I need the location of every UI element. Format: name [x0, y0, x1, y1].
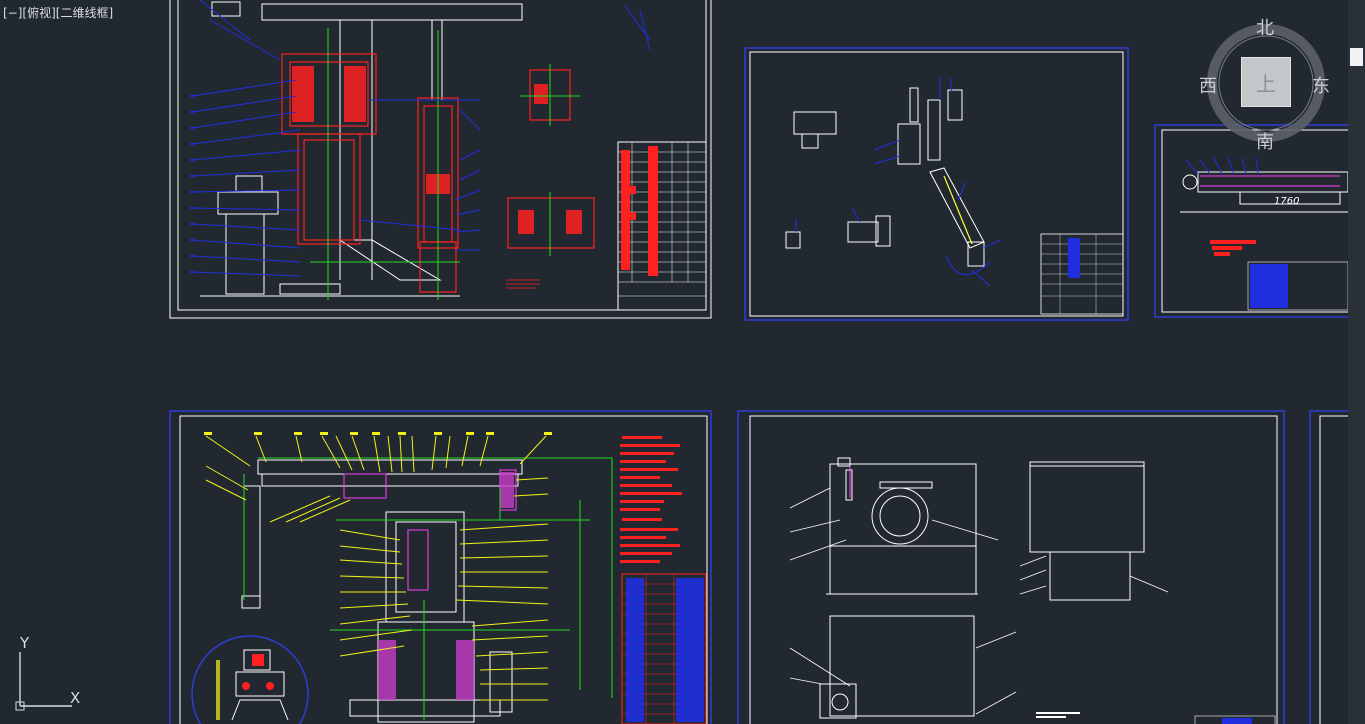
compass-north-label[interactable]: 北	[1256, 14, 1274, 40]
sheet-bottom-middle[interactable]	[737, 410, 1285, 724]
viewcube-face-label: 上	[1256, 71, 1276, 96]
vertical-scrollbar[interactable]	[1348, 0, 1365, 724]
ucs-y-label: Y	[20, 634, 30, 652]
scrollbar-thumb[interactable]	[1350, 48, 1363, 66]
sheet-top-right[interactable]: 1760	[1154, 124, 1356, 318]
sheet-bottom-left[interactable]	[169, 410, 712, 724]
ucs-icon: Y X	[10, 634, 90, 714]
compass-south-label[interactable]: 南	[1256, 128, 1274, 154]
compass-east-label[interactable]: 东	[1312, 72, 1330, 98]
dimension-label: 1760	[1274, 196, 1299, 207]
sheet-top-left[interactable]	[169, 0, 712, 319]
sheet-top-middle[interactable]	[744, 47, 1129, 321]
ucs-x-label: X	[70, 689, 81, 707]
compass-west-label[interactable]: 西	[1199, 72, 1217, 98]
viewport-controls-label[interactable]: [−][俯视][二维线框]	[3, 4, 113, 21]
viewcube-face-top[interactable]: 上	[1241, 57, 1291, 107]
cad-drawing-canvas[interactable]: 1760	[0, 0, 1365, 724]
